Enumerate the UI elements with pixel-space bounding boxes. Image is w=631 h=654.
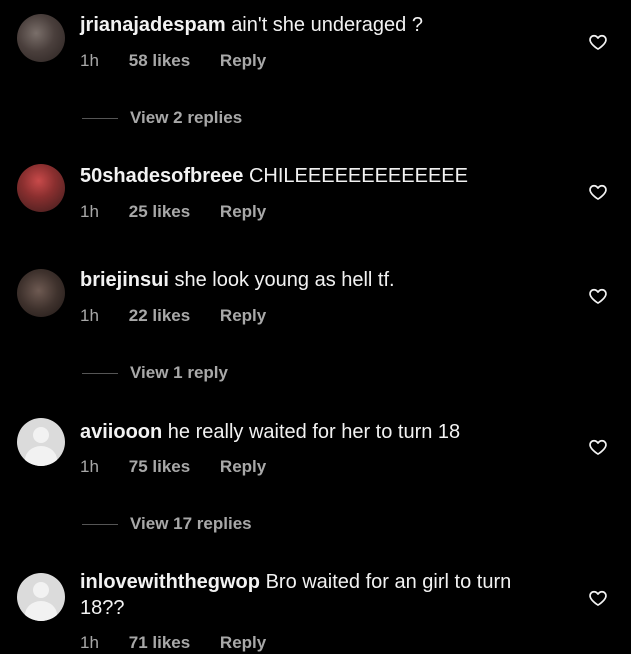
comment-username[interactable]: 50shadesofbreee — [80, 165, 243, 187]
avatar[interactable] — [17, 14, 65, 62]
comment-text: he really waited for her to turn 18 — [167, 421, 461, 443]
avatar[interactable] — [17, 418, 65, 466]
reply-button[interactable]: Reply — [220, 51, 266, 71]
comment-meta: 1h 58 likes Reply — [80, 51, 266, 71]
replies-divider — [82, 373, 118, 375]
comment-meta: 1h 75 likes Reply — [80, 457, 266, 477]
comment-time: 1h — [80, 202, 99, 221]
comment-text: she look young as hell tf. — [174, 269, 395, 291]
comment-meta: 1h 71 likes Reply — [80, 633, 266, 653]
comment-time: 1h — [80, 306, 99, 325]
reply-button[interactable]: Reply — [220, 457, 266, 477]
view-replies-button[interactable]: View 1 reply — [82, 363, 228, 383]
avatar[interactable] — [17, 164, 65, 212]
view-replies-button[interactable]: View 2 replies — [82, 108, 242, 128]
avatar-head — [33, 582, 49, 598]
replies-divider — [82, 118, 118, 120]
comment-time: 1h — [80, 51, 99, 70]
avatar-shoulders — [25, 601, 57, 621]
comment-body: briejinsui she look young as hell tf. — [80, 267, 550, 293]
reply-button[interactable]: Reply — [220, 633, 266, 653]
comment-time: 1h — [80, 457, 99, 476]
comment-body: jrianajadespam ain't she underaged ? — [80, 12, 550, 38]
comment-body: aviiooon he really waited for her to tur… — [80, 419, 550, 445]
replies-divider — [82, 524, 118, 526]
comment-body: 50shadesofbreee CHILEEEEEEEEEEEEE — [80, 163, 550, 189]
avatar-head — [33, 427, 49, 443]
comment-time: 1h — [80, 633, 99, 652]
comment-username[interactable]: aviiooon — [80, 421, 162, 443]
heart-icon[interactable] — [588, 437, 608, 457]
comment-likes[interactable]: 75 likes — [129, 457, 190, 477]
comment-body: inlovewiththegwop Bro waited for an girl… — [80, 569, 530, 621]
comment-username[interactable]: briejinsui — [80, 269, 169, 291]
heart-icon[interactable] — [588, 32, 608, 52]
view-replies-button[interactable]: View 17 replies — [82, 514, 252, 534]
comment-text: CHILEEEEEEEEEEEEE — [248, 165, 468, 187]
comment-text: ain't she underaged ? — [231, 14, 423, 36]
comment-likes[interactable]: 71 likes — [129, 633, 190, 653]
avatar-shoulders — [25, 446, 57, 466]
reply-button[interactable]: Reply — [220, 306, 266, 326]
comment-username[interactable]: inlovewiththegwop — [80, 571, 260, 593]
avatar[interactable] — [17, 573, 65, 621]
avatar[interactable] — [17, 269, 65, 317]
heart-icon[interactable] — [588, 182, 608, 202]
heart-icon[interactable] — [588, 286, 608, 306]
comment-likes[interactable]: 25 likes — [129, 202, 190, 222]
comment-meta: 1h 25 likes Reply — [80, 202, 266, 222]
comment-likes[interactable]: 22 likes — [129, 306, 190, 326]
comment-meta: 1h 22 likes Reply — [80, 306, 266, 326]
comment-username[interactable]: jrianajadespam — [80, 14, 226, 36]
comment-likes[interactable]: 58 likes — [129, 51, 190, 71]
reply-button[interactable]: Reply — [220, 202, 266, 222]
heart-icon[interactable] — [588, 588, 608, 608]
